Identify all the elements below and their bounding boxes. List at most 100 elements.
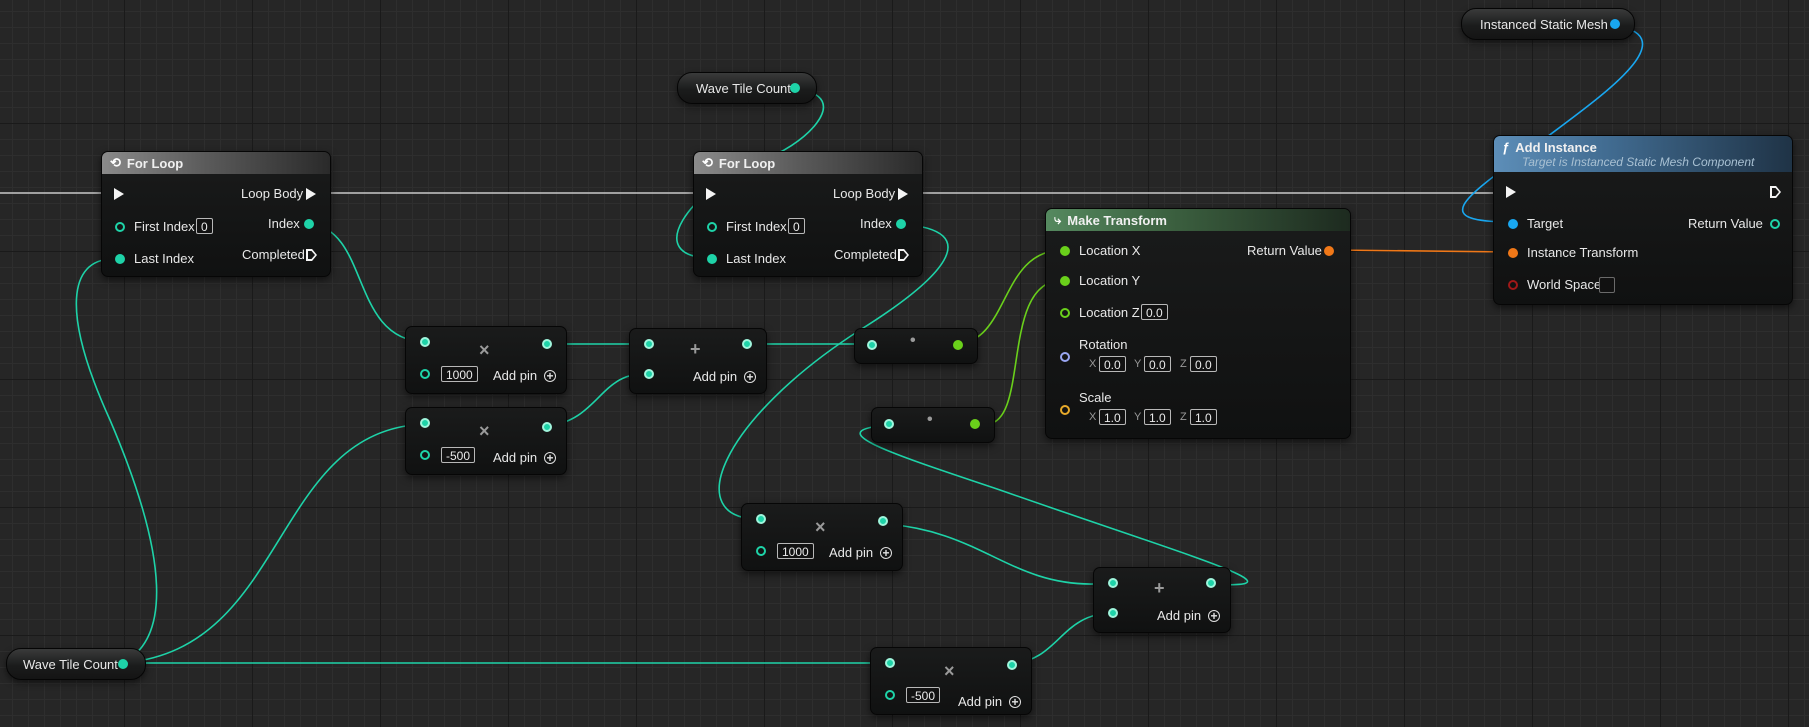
input-b-pin[interactable] xyxy=(644,369,654,379)
index-output-pin[interactable] xyxy=(896,219,906,229)
scale-pin[interactable] xyxy=(1060,405,1070,415)
index-label: Index xyxy=(860,216,892,231)
add-pin-icon[interactable]: + xyxy=(1009,696,1021,708)
add-instance-node[interactable]: ƒ Add Instance Target is Instanced Stati… xyxy=(1493,135,1793,305)
make-transform-header: ⤷ Make Transform xyxy=(1046,209,1350,231)
conversion-input-pin[interactable] xyxy=(867,340,877,350)
wave-tile-count-output-pin[interactable] xyxy=(790,83,800,93)
loop-body-exec-pin[interactable] xyxy=(898,188,908,200)
output-pin[interactable] xyxy=(1007,660,1017,670)
multiplier-value-field[interactable]: 1000 xyxy=(441,366,478,382)
first-index-pin[interactable] xyxy=(707,222,717,232)
return-value-pin[interactable] xyxy=(1770,219,1780,229)
add-icon: + xyxy=(1154,578,1165,598)
input-a-pin[interactable] xyxy=(420,337,430,347)
first-index-pin[interactable] xyxy=(115,222,125,232)
input-a-pin[interactable] xyxy=(420,418,430,428)
scale-y-field[interactable]: 1.0 xyxy=(1144,409,1171,425)
conversion-input-pin[interactable] xyxy=(884,419,894,429)
exec-input-pin[interactable] xyxy=(114,188,124,200)
wire-transform xyxy=(1329,249,1513,253)
scale-z-label: Z xyxy=(1180,411,1187,423)
add-pin-icon[interactable]: + xyxy=(744,371,756,383)
conversion-output-pin[interactable] xyxy=(970,419,980,429)
first-index-value-field[interactable]: 0 xyxy=(196,218,213,234)
return-value-pin[interactable] xyxy=(1324,246,1334,256)
exec-input-pin[interactable] xyxy=(706,188,716,200)
wire-wave-lastindex1 xyxy=(75,258,158,664)
instanced-static-mesh-output-pin[interactable] xyxy=(1610,19,1620,29)
output-pin[interactable] xyxy=(542,339,552,349)
for-loop-title: For Loop xyxy=(718,155,776,171)
output-pin[interactable] xyxy=(542,422,552,432)
int-to-float-conversion-2[interactable]: • xyxy=(871,407,995,443)
completed-exec-pin[interactable] xyxy=(306,249,317,261)
multiplier-value-field[interactable]: -500 xyxy=(906,687,941,703)
wave-tile-count-getter-bottom[interactable]: Wave Tile Count xyxy=(6,648,146,680)
make-transform-title: Make Transform xyxy=(1067,212,1167,228)
instance-transform-pin[interactable] xyxy=(1508,248,1518,258)
input-a-pin[interactable] xyxy=(756,514,766,524)
rotation-y-field[interactable]: 0.0 xyxy=(1144,356,1171,372)
rotation-x-field[interactable]: 0.0 xyxy=(1099,356,1126,372)
for-loop-node-1[interactable]: ⟲ For Loop Loop Body First Index 0 Index… xyxy=(101,151,331,277)
world-space-pin[interactable] xyxy=(1508,280,1518,290)
location-z-pin[interactable] xyxy=(1060,308,1070,318)
rotation-z-field[interactable]: 0.0 xyxy=(1190,356,1217,372)
input-b-pin[interactable] xyxy=(420,450,430,460)
loop-body-label: Loop Body xyxy=(833,186,896,201)
completed-exec-pin[interactable] xyxy=(898,249,909,261)
add-node-1[interactable]: + Add pin + xyxy=(629,328,767,394)
index-output-pin[interactable] xyxy=(304,219,314,229)
wave-tile-count-getter-top[interactable]: Wave Tile Count xyxy=(677,72,817,104)
multiply-node-3[interactable]: 1000 × Add pin + xyxy=(741,503,903,571)
scale-x-field[interactable]: 1.0 xyxy=(1099,409,1126,425)
rotation-pin[interactable] xyxy=(1060,352,1070,362)
scale-x-label: X xyxy=(1089,411,1097,423)
multiply-icon: × xyxy=(479,340,490,360)
input-b-pin[interactable] xyxy=(420,369,430,379)
multiplier-value-field[interactable]: -500 xyxy=(441,447,476,463)
multiplier-value-field[interactable]: 1000 xyxy=(777,543,814,559)
int-to-float-conversion-1[interactable]: • xyxy=(854,328,978,364)
exec-output-pin[interactable] xyxy=(1770,186,1781,198)
input-b-pin[interactable] xyxy=(1108,608,1118,618)
scale-z-field[interactable]: 1.0 xyxy=(1190,409,1217,425)
multiply-node-2[interactable]: -500 × Add pin + xyxy=(405,407,567,475)
input-b-pin[interactable] xyxy=(756,546,766,556)
add-icon: + xyxy=(690,339,701,359)
input-a-pin[interactable] xyxy=(644,339,654,349)
target-pin[interactable] xyxy=(1508,219,1518,229)
first-index-value-field[interactable]: 0 xyxy=(788,218,805,234)
function-icon: ⤷ xyxy=(1054,212,1062,227)
add-pin-icon[interactable]: + xyxy=(880,547,892,559)
output-pin[interactable] xyxy=(878,516,888,526)
input-a-pin[interactable] xyxy=(885,658,895,668)
location-x-pin[interactable] xyxy=(1060,246,1070,256)
multiply-node-1[interactable]: 1000 × Add pin + xyxy=(405,326,567,394)
location-z-value-field[interactable]: 0.0 xyxy=(1141,304,1168,320)
multiply-node-4[interactable]: -500 × Add pin + xyxy=(870,647,1032,715)
location-y-pin[interactable] xyxy=(1060,276,1070,286)
loop-body-exec-pin[interactable] xyxy=(306,188,316,200)
add-pin-icon[interactable]: + xyxy=(544,370,556,382)
wave-tile-count-output-pin[interactable] xyxy=(118,659,128,669)
world-space-checkbox[interactable] xyxy=(1599,277,1615,293)
output-pin[interactable] xyxy=(1206,578,1216,588)
for-loop-node-2[interactable]: ⟲ For Loop Loop Body First Index 0 Index… xyxy=(693,151,923,277)
instance-transform-label: Instance Transform xyxy=(1527,245,1639,260)
instanced-static-mesh-getter[interactable]: Instanced Static Mesh xyxy=(1461,8,1635,40)
add-pin-icon[interactable]: + xyxy=(544,452,556,464)
exec-input-pin[interactable] xyxy=(1506,186,1516,198)
conversion-output-pin[interactable] xyxy=(953,340,963,350)
add-pin-icon[interactable]: + xyxy=(1208,610,1220,622)
input-b-pin[interactable] xyxy=(885,690,895,700)
make-transform-node[interactable]: ⤷ Make Transform Location X Return Value… xyxy=(1045,208,1351,439)
last-index-pin[interactable] xyxy=(707,254,717,264)
last-index-pin[interactable] xyxy=(115,254,125,264)
add-node-2[interactable]: + Add pin + xyxy=(1093,567,1231,633)
input-a-pin[interactable] xyxy=(1108,578,1118,588)
wire-mul3-add2 xyxy=(883,523,1094,585)
for-loop-title: For Loop xyxy=(126,155,184,171)
output-pin[interactable] xyxy=(742,339,752,349)
